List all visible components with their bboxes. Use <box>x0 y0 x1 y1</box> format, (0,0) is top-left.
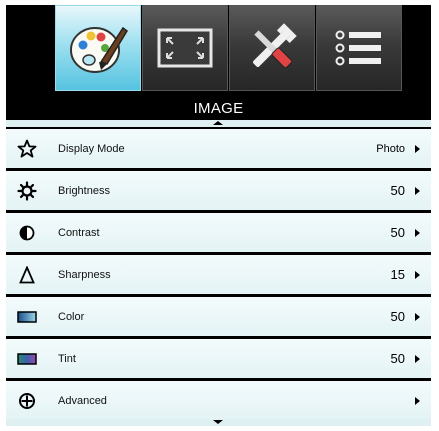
chevron-right-icon <box>415 186 420 195</box>
scroll-up-indicator[interactable] <box>6 120 431 127</box>
tab-bar <box>55 5 407 91</box>
tools-icon <box>253 23 297 69</box>
tab-setup[interactable] <box>229 5 315 91</box>
brightness-icon <box>6 171 48 210</box>
chevron-right-icon <box>415 228 420 237</box>
menu-item-value: 50 <box>390 351 405 366</box>
advanced-icon <box>6 381 48 420</box>
tab-display[interactable] <box>142 5 228 91</box>
contrast-icon <box>6 213 48 252</box>
menu-item-label: Contrast <box>58 226 100 239</box>
menu-item-label: Sharpness <box>58 268 111 281</box>
star-icon <box>6 129 48 168</box>
osd-menu: IMAGE Display Mode Photo Brightness 50 C… <box>6 5 431 426</box>
menu-item-display-mode[interactable]: Display Mode Photo <box>6 129 431 168</box>
menu-item-value: 15 <box>390 267 405 282</box>
tab-options[interactable] <box>316 5 402 91</box>
menu-item-sharpness[interactable]: Sharpness 15 <box>6 255 431 294</box>
menu-item-tint[interactable]: Tint 50 <box>6 339 431 378</box>
menu-item-value: Photo <box>376 142 405 155</box>
sharpness-icon <box>6 255 48 294</box>
menu-item-value: 50 <box>390 309 405 324</box>
menu-item-label: Display Mode <box>58 142 125 155</box>
chevron-right-icon <box>415 312 420 321</box>
list-icon <box>335 30 381 66</box>
scroll-down-indicator[interactable] <box>6 419 431 426</box>
menu-item-label: Color <box>58 310 85 323</box>
chevron-right-icon <box>415 270 420 279</box>
scroll-down-icon <box>213 420 223 424</box>
menu-item-value: 50 <box>390 183 405 198</box>
chevron-right-icon <box>415 396 420 405</box>
chevron-right-icon <box>415 144 420 153</box>
tab-image[interactable] <box>55 5 141 91</box>
menu-item-brightness[interactable]: Brightness 50 <box>6 171 431 210</box>
screen-resize-icon <box>157 28 213 68</box>
color-icon <box>6 297 48 336</box>
menu-list: Display Mode Photo Brightness 50 Contras… <box>6 129 431 420</box>
menu-item-value: 50 <box>390 225 405 240</box>
tint-icon <box>6 339 48 378</box>
menu-item-contrast[interactable]: Contrast 50 <box>6 213 431 252</box>
menu-item-label: Tint <box>58 352 76 365</box>
menu-item-color[interactable]: Color 50 <box>6 297 431 336</box>
menu-item-label: Advanced <box>58 394 107 407</box>
chevron-right-icon <box>415 354 420 363</box>
menu-item-label: Brightness <box>58 184 110 197</box>
menu-item-advanced[interactable]: Advanced <box>6 381 431 420</box>
palette-icon <box>70 26 128 73</box>
scroll-up-icon <box>213 121 223 125</box>
